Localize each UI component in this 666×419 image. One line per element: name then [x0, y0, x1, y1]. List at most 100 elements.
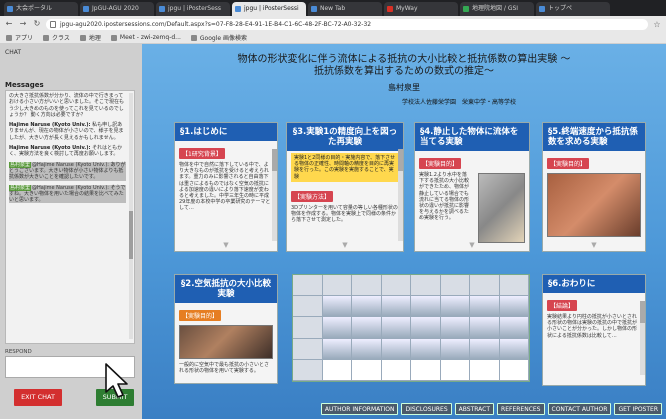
disclosures-button[interactable]: DISCLOSURES — [401, 403, 452, 415]
table-row — [293, 317, 529, 339]
section-card-6[interactable]: §6.おわりに 【結論】 実験結果より円柱の抵抗が小さいとされる形状の物体は実験… — [542, 274, 646, 386]
exit-chat-button[interactable]: EXIT CHAT — [14, 389, 62, 406]
chat-message: の大きさ抵抗係数が分かり、流体の中で行きまっておける小さい方がいいと思いました。… — [9, 93, 126, 118]
section-card-2[interactable]: §2.空気抵抗の大小比較実験 【実験目的】 一般的に空気中で最も抵抗の小さいとさ… — [174, 274, 278, 384]
bookmark-label: アプリ — [15, 35, 34, 42]
references-button[interactable]: REFERENCES — [497, 403, 545, 415]
scrollbar-thumb[interactable] — [272, 149, 277, 171]
folder-icon — [43, 34, 50, 41]
table-cell — [322, 275, 352, 297]
url-text: jpgu-agu2020.ipostersessions.com/Default… — [60, 20, 372, 28]
section-heading: §3.実験1の精度向上を図った再実験 — [287, 123, 403, 151]
shape-image — [440, 317, 470, 339]
tab-label: 大会ポータル — [16, 5, 53, 12]
bookmark-google-images[interactable]: Google 画像検索 — [190, 33, 247, 42]
table-cell — [411, 275, 441, 297]
abstract-button[interactable]: ABSTRACT — [454, 403, 495, 415]
section-subheading: 【実験目的】 — [179, 310, 222, 321]
back-icon[interactable]: ← — [4, 19, 14, 29]
tab-favicon-icon — [235, 6, 241, 12]
table-cell — [352, 359, 382, 381]
expand-chevron-icon[interactable]: ▼ — [175, 239, 277, 251]
contact-author-button[interactable]: CONTACT AUTHOR — [547, 403, 612, 415]
get-iposter-button[interactable]: GET IPOSTER — [614, 403, 662, 415]
poster-title-line: 抵抗係数を算出するための数式の推定～ — [314, 66, 494, 77]
chat-message: 島村泉里 @Hajime Naruse (Kyoto Univ.): ありがとうご… — [9, 161, 126, 181]
meet-icon — [110, 34, 117, 41]
poster-title-line: 物体の形状変化に伴う流体による抵抗の大小比較と抵抗係数の算出実験 ～ — [237, 54, 571, 65]
scrollbar-thumb[interactable] — [398, 149, 403, 171]
scrollbar-thumb[interactable] — [129, 211, 133, 259]
browser-tab[interactable]: New Tab — [308, 2, 382, 16]
tab-label: 地理院地図 / GSI — [472, 5, 519, 12]
shape-image — [381, 338, 411, 360]
tab-favicon-icon — [539, 6, 545, 12]
tab-label: jpgu | iPosterSess — [168, 5, 222, 12]
section-heading: §5.終端速度から抵抗係数を求める実験 — [543, 123, 645, 151]
results-image-table[interactable] — [292, 274, 530, 382]
tab-label: JpGU-AGU 2020 — [92, 5, 139, 12]
bookmark-label: 地理 — [88, 35, 101, 42]
expand-chevron-icon[interactable]: ▼ — [415, 239, 529, 251]
browser-tab[interactable]: MyWay — [384, 2, 458, 16]
bookmark-geography[interactable]: 地理 — [79, 33, 101, 42]
message-text: の大きさ抵抗係数が分かり、流体の中で行きまっておける小さい方がいいと思いました。… — [9, 93, 125, 118]
table-cell — [381, 275, 411, 297]
address-bar: ← → ↻ jpgu-agu2020.ipostersessions.com/D… — [0, 16, 666, 32]
shape-image — [440, 338, 470, 360]
experiment-photo[interactable] — [179, 325, 273, 359]
messages-heading: Messages — [5, 81, 44, 89]
browser-tab[interactable]: 大会ポータル — [4, 2, 78, 16]
bookmark-apps[interactable]: アプリ — [6, 33, 33, 42]
table-row — [293, 275, 529, 297]
section-subheading: 【実験目的】 — [419, 158, 462, 169]
section-card-4[interactable]: §4.静止した物体に流体を当てる実験 【実験目的】 実験1.2より水中を落下する… — [414, 122, 530, 252]
chat-message: 島村泉里 @Hajime Naruse (Kyoto Univ.): そうですね。… — [9, 184, 126, 204]
mouse-cursor-icon — [105, 363, 128, 398]
experiment-photo[interactable] — [478, 173, 525, 243]
bookmarks-bar: アプリ クラス 地理 Meet - zwi-zemq-d... Google 画… — [0, 32, 666, 44]
table-cell — [293, 338, 323, 360]
forward-icon[interactable]: → — [18, 19, 28, 29]
section-card-3[interactable]: §3.実験1の精度向上を図った再実験 実験1と2同様の目的・実施内容で、落下させ… — [286, 122, 404, 252]
messages-list[interactable]: の大きさ抵抗係数が分かり、流体の中で行きまっておける小さい方がいいと思いました。… — [5, 90, 135, 344]
shape-image — [411, 338, 441, 360]
section-heading: §1.はじめに — [175, 123, 277, 141]
card-scrollbar[interactable] — [272, 149, 277, 241]
author-information-button[interactable]: AUTHOR INFORMATION — [320, 403, 399, 415]
section-card-1[interactable]: §1.はじめに 【1研究背景】 物体を中で自然に落下している中で、より大きなもの… — [174, 122, 278, 252]
bookmark-label: クラス — [52, 35, 70, 42]
tab-favicon-icon — [311, 6, 317, 12]
experiment-photo[interactable] — [547, 173, 641, 237]
bookmark-class[interactable]: クラス — [43, 33, 70, 42]
bookmark-meet[interactable]: Meet - zwi-zemq-d... — [110, 34, 181, 41]
tab-favicon-icon — [159, 6, 165, 12]
table-cell — [440, 359, 470, 381]
messages-scrollbar[interactable] — [129, 93, 133, 339]
section-text: 一般的に空気中で最も抵抗の小さいとされる形状の物体を用いて実験する。 — [179, 362, 270, 375]
expand-chevron-icon[interactable]: ▼ — [287, 239, 403, 251]
tab-label: jpgu | iPosterSessi — [244, 5, 299, 12]
table-cell — [293, 317, 323, 339]
browser-tab[interactable]: JpGU-AGU 2020 — [80, 2, 154, 16]
google-icon — [190, 34, 197, 41]
reload-icon[interactable]: ↻ — [32, 19, 42, 29]
shape-image — [322, 338, 352, 360]
shape-image — [470, 317, 500, 339]
browser-tab-bar: 大会ポータル JpGU-AGU 2020 jpgu | iPosterSess … — [0, 0, 666, 16]
browser-tab[interactable]: トップペ — [536, 2, 610, 16]
poster-title: 物体の形状変化に伴う流体による抵抗の大小比較と抵抗係数の算出実験 ～ 抵抗係数を… — [142, 54, 666, 78]
browser-tab[interactable]: jpgu | iPosterSess — [156, 2, 230, 16]
chat-message: Hajime Naruse (Kyoto Univ.): 私も申し訳ありませんが… — [9, 122, 126, 141]
url-input[interactable]: jpgu-agu2020.ipostersessions.com/Default… — [46, 18, 648, 30]
section-card-5[interactable]: §5.終端速度から抵抗係数を求める実験 【実験目的】 ▼ — [542, 122, 646, 252]
browser-tab[interactable]: 地理院地図 / GSI — [460, 2, 534, 16]
card-scrollbar[interactable] — [398, 149, 403, 241]
shape-image — [411, 317, 441, 339]
expand-chevron-icon[interactable]: ▼ — [543, 239, 645, 251]
browser-tab-active[interactable]: jpgu | iPosterSessi — [232, 2, 306, 16]
poster-affiliation: 学校法人佐藤栄学園 栄東中学・高等学校 — [401, 99, 516, 106]
card-scrollbar[interactable] — [640, 301, 645, 375]
bookmark-star-icon[interactable]: ☆ — [652, 20, 662, 29]
scrollbar-thumb[interactable] — [640, 301, 645, 323]
